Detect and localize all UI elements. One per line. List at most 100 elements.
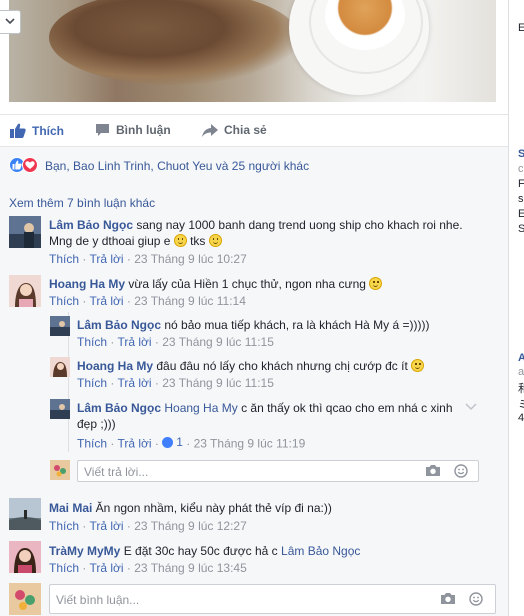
avatar[interactable] [50, 316, 70, 336]
reply-timestamp[interactable]: 23 Tháng 9 lúc 11:15 [162, 335, 274, 349]
comment-text: TràMy MyMy E đặt 30c hay 50c được hả c L… [49, 543, 499, 559]
comment-mention[interactable]: Lâm Bảo Ngọc [281, 544, 360, 558]
post-actions-bar: Thích Bình luận Chia sẻ [0, 114, 508, 147]
emoji-icon[interactable] [454, 464, 468, 478]
comment-author[interactable]: Mai Mai [49, 501, 92, 515]
reply-meta: Thích · Trả lời · 1 · 23 Tháng 9 lúc 11:… [77, 435, 306, 451]
comment-timestamp[interactable]: 23 Tháng 9 lúc 12:27 [134, 519, 247, 533]
share-button[interactable]: Chia sẻ [202, 123, 267, 137]
comment-meta: Thích · Trả lời · 23 Tháng 9 lúc 10:27 [49, 252, 247, 266]
thumbs-up-icon [10, 123, 26, 138]
share-label: Chia sẻ [224, 123, 267, 137]
tongue-emoji-icon [411, 359, 425, 372]
camera-icon[interactable] [440, 592, 456, 605]
comment-meta: Thích · Trả lời · 23 Tháng 9 lúc 12:27 [49, 519, 247, 533]
reply-text: Lâm Bảo Ngọc Hoang Ha My c ăn thấy ok th… [77, 400, 462, 432]
comment-like-link[interactable]: Thích [49, 252, 79, 266]
reaction-icons[interactable] [9, 157, 43, 173]
comment-button[interactable]: Bình luận [95, 123, 171, 137]
comment-meta: Thích · Trả lời · 23 Tháng 9 lúc 11:14 [49, 294, 246, 308]
sidebar-fragment[interactable]: A [518, 352, 524, 364]
reply-input-placeholder: Viết trả lời... [84, 465, 149, 479]
post-options-dropdown[interactable] [0, 10, 21, 34]
comment-text: Lâm Bảo Ngọc sang nay 1000 banh dang tre… [49, 217, 499, 249]
reply-like-count[interactable]: 1 [162, 435, 183, 449]
like-badge-icon [162, 436, 174, 448]
comment-body: E đặt 30c hay 50c được hả c [120, 544, 282, 558]
reply-timestamp[interactable]: 23 Tháng 9 lúc 11:15 [162, 376, 274, 390]
comment-timestamp[interactable]: 23 Tháng 9 lúc 11:14 [134, 294, 246, 308]
comment-reply-link[interactable]: Trả lời [89, 519, 123, 533]
avatar[interactable] [9, 216, 41, 248]
reply-mention[interactable]: Hoang Ha My [164, 401, 237, 415]
comment-body: vừa lấy của Hiền 1 chục thử, ngon nha cư… [125, 277, 370, 291]
comment-body: sang nay 1000 banh dang trend uong ship … [133, 218, 463, 232]
reply-text: Lâm Bảo Ngọc nó bảo mua tiếp khách, ra l… [77, 317, 497, 333]
camera-icon[interactable] [425, 464, 441, 477]
comment-timestamp[interactable]: 23 Tháng 9 lúc 10:27 [134, 252, 247, 266]
avatar[interactable] [9, 541, 41, 573]
reply-input[interactable]: Viết trả lời... [77, 460, 479, 482]
reactions-summary[interactable]: Bạn, Bao Linh Trinh, Chuot Yeu và 25 ngư… [45, 159, 309, 173]
comment-author[interactable]: Lâm Bảo Ngọc [49, 218, 133, 232]
comment-label: Bình luận [116, 123, 171, 137]
love-reaction-icon [22, 157, 38, 173]
reply-like-link[interactable]: Thích [77, 376, 107, 390]
avatar[interactable] [9, 498, 41, 530]
comment-like-link[interactable]: Thích [49, 561, 79, 575]
comment-like-link[interactable]: Thích [49, 519, 79, 533]
reply-like-link[interactable]: Thích [77, 335, 107, 349]
reply-body: đẹp ;))) [77, 417, 116, 431]
current-user-avatar[interactable] [9, 583, 41, 615]
current-user-avatar[interactable] [50, 460, 70, 480]
reply-meta: Thích · Trả lời · 23 Tháng 9 lúc 11:15 [77, 335, 274, 349]
comment-reply-link[interactable]: Trả lời [89, 294, 123, 308]
reply-body: c ăn thấy ok thì qcao cho em nhá c xinh [237, 401, 453, 415]
comment-timestamp[interactable]: 23 Tháng 9 lúc 13:45 [134, 561, 247, 575]
comment-text: Mai Mai Ăn ngon nhầm, kiểu này phát thẻ … [49, 500, 499, 516]
reply-author[interactable]: Lâm Bảo Ngọc [77, 401, 161, 415]
sidebar-fragment[interactable]: S [518, 148, 524, 160]
comment-meta: Thích · Trả lời · 23 Tháng 9 lúc 13:45 [49, 561, 247, 575]
avatar[interactable] [9, 275, 41, 307]
sidebar-fragment: c [518, 163, 524, 175]
reply-author[interactable]: Hoang Ha My [77, 359, 153, 373]
smile-emoji-icon [173, 234, 187, 247]
sidebar-fragment: ミ [518, 399, 524, 411]
view-more-comments-link[interactable]: Xem thêm 7 bình luận khác [9, 196, 155, 210]
sidebar-fragment: S [518, 223, 524, 235]
reply-text: Hoang Ha My đâu đâu nó lấy cho khách như… [77, 358, 497, 374]
reply-reply-link[interactable]: Trả lời [117, 335, 151, 349]
comment-input[interactable]: Viết bình luận... [49, 584, 496, 614]
comment-body: Mng de y dthoai giup e [49, 234, 174, 248]
reply-reply-link[interactable]: Trả lời [117, 376, 151, 390]
reply-timestamp[interactable]: 23 Tháng 9 lúc 11:19 [194, 437, 306, 451]
comment-author[interactable]: Hoang Ha My [49, 277, 125, 291]
chevron-down-icon[interactable] [465, 403, 477, 411]
reply-author[interactable]: Lâm Bảo Ngọc [77, 318, 161, 332]
right-sidebar: E S c F s E S A a 和 ミ 4 [509, 0, 524, 616]
comment-like-link[interactable]: Thích [49, 294, 79, 308]
comment-body: Ăn ngon nhầm, kiểu này phát thẻ víp đi n… [92, 501, 332, 515]
comment-author[interactable]: TràMy MyMy [49, 544, 120, 558]
like-count: 1 [176, 435, 183, 449]
sidebar-fragment: a [518, 366, 524, 378]
reply-body: đâu đâu nó lấy cho khách nhưng chị cướp … [153, 359, 412, 373]
like-label: Thích [32, 123, 64, 138]
comment-reply-link[interactable]: Trả lời [89, 561, 123, 575]
comment-icon [96, 124, 109, 136]
reply-reply-link[interactable]: Trả lời [117, 437, 151, 451]
avatar[interactable] [50, 399, 70, 419]
post-photo[interactable] [9, 0, 496, 102]
like-button[interactable]: Thích [10, 123, 64, 138]
reply-like-link[interactable]: Thích [77, 437, 107, 451]
sidebar-fragment: E [518, 22, 524, 34]
sidebar-fragment: E [518, 208, 524, 220]
smile-emoji-icon [208, 234, 222, 247]
comment-reply-link[interactable]: Trả lời [89, 252, 123, 266]
emoji-icon[interactable] [469, 592, 483, 606]
sidebar-fragment: s [518, 193, 524, 205]
reply-meta: Thích · Trả lời · 23 Tháng 9 lúc 11:15 [77, 376, 274, 390]
comment-input-placeholder: Viết bình luận... [56, 593, 140, 607]
avatar[interactable] [50, 357, 70, 377]
